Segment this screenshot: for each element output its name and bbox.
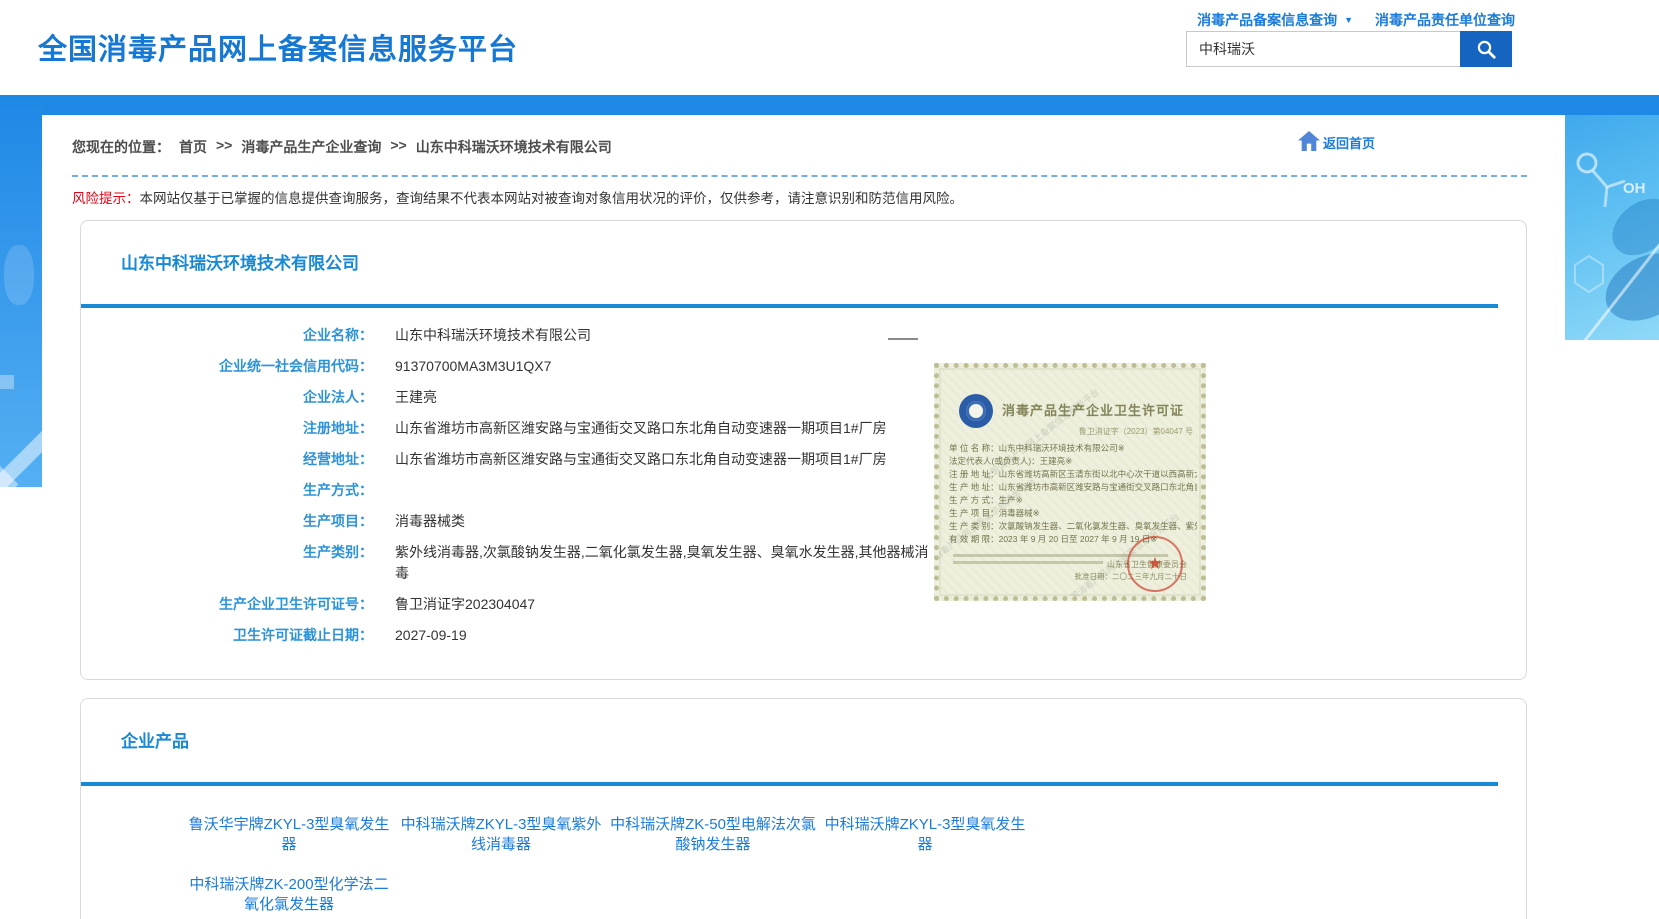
product-link[interactable]: 鲁沃华宇牌ZKYL-3型臭氧发生器	[183, 815, 395, 855]
field-row: 企业法人： 王建亮	[81, 387, 941, 408]
breadcrumb-separator: >>	[216, 137, 232, 157]
certificate-line: 单 位 名 称：山东中科瑞沃环境技术有限公司※	[949, 442, 1197, 455]
nav-backup-query-label: 消毒产品备案信息查询	[1197, 10, 1337, 30]
card-title-rule	[81, 304, 1498, 308]
field-label: 经营地址：	[81, 449, 373, 470]
company-card-title: 山东中科瑞沃环境技术有限公司	[121, 249, 359, 274]
risk-label: 风险提示：	[72, 191, 140, 206]
top-blue-bar	[0, 95, 1659, 115]
risk-notice: 风险提示：本网站仅基于已掌握的信息提供查询服务，查询结果不代表本网站对被查询对象…	[72, 189, 963, 209]
field-row: 生产企业卫生许可证号： 鲁卫消证字202304047	[81, 594, 941, 615]
certificate-fine-print	[953, 561, 1103, 564]
field-label: 生产企业卫生许可证号：	[81, 594, 373, 615]
dashed-divider	[72, 175, 1527, 177]
certificate-scan-mark	[888, 338, 918, 340]
seal-star-icon: ★	[1147, 554, 1162, 574]
risk-text: 本网站仅基于已掌握的信息提供查询服务，查询结果不代表本网站对被查询对象信用状况的…	[140, 191, 964, 206]
search-box	[1186, 31, 1512, 67]
molecule-oh-label: OH	[1623, 180, 1646, 197]
certificate-line: 法定代表人(或负责人)：王建亮※	[949, 455, 1197, 468]
field-label: 注册地址：	[81, 418, 373, 439]
back-home-label: 返回首页	[1323, 133, 1375, 152]
home-icon	[1297, 130, 1321, 152]
search-input[interactable]	[1186, 31, 1460, 67]
field-value: 消毒器械类	[395, 511, 465, 532]
right-background-photo: OH	[1565, 115, 1659, 340]
red-seal-stamp: ★	[1127, 536, 1183, 592]
main-container: 您现在的位置： 首页 >> 消毒产品生产企业查询 >> 山东中科瑞沃环境技术有限…	[42, 115, 1565, 919]
product-link[interactable]: 中科瑞沃牌ZKYL-3型臭氧发生器	[819, 815, 1031, 855]
health-emblem-core	[966, 401, 986, 421]
field-row: 企业统一社会信用代码： 91370700MA3M3U1QX7	[81, 356, 941, 377]
back-home-link[interactable]: 返回首页	[1297, 130, 1375, 152]
molecule-leaf-graphic: OH	[1565, 115, 1659, 340]
chevron-down-icon: ▼	[1344, 15, 1353, 25]
field-value: 2027-09-19	[395, 625, 467, 646]
field-value: 鲁卫消证字202304047	[395, 594, 535, 615]
certificate-details: 单 位 名 称：山东中科瑞沃环境技术有限公司※ 法定代表人(或负责人)：王建亮※…	[949, 442, 1197, 546]
product-link[interactable]: 中科瑞沃牌ZKYL-3型臭氧紫外线消毒器	[395, 815, 607, 855]
breadcrumb-current: 山东中科瑞沃环境技术有限公司	[416, 137, 612, 157]
product-row: 中科瑞沃牌ZK-200型化学法二氧化氯发生器	[183, 875, 1083, 915]
certificate-line: 注 册 地 址：山东省潍坊高新区玉清东街以北中心次干道以西高新大厦902号科研楼	[949, 468, 1197, 481]
field-row: 企业名称： 山东中科瑞沃环境技术有限公司	[81, 325, 941, 346]
nav-responsible-query-link[interactable]: 消毒产品责任单位查询	[1375, 10, 1515, 30]
field-value: 山东省潍坊市高新区潍安路与宝通街交叉路口东北角自动变速器一期项目1#厂房	[395, 449, 887, 470]
field-value: 山东省潍坊市高新区潍安路与宝通街交叉路口东北角自动变速器一期项目1#厂房	[395, 418, 887, 439]
certificate-number: 鲁卫消证字（2023）第04047 号	[1079, 426, 1193, 437]
search-icon	[1474, 37, 1498, 61]
page: 全国消毒产品网上备案信息服务平台 消毒产品备案信息查询 ▼ 消毒产品责任单位查询…	[0, 0, 1659, 919]
company-card: 山东中科瑞沃环境技术有限公司 企业名称： 山东中科瑞沃环境技术有限公司 企业统一…	[80, 220, 1527, 680]
card-title-rule	[81, 782, 1498, 786]
field-row: 生产类别： 紫外线消毒器,次氯酸钠发生器,二氧化氯发生器,臭氧发生器、臭氧水发生…	[81, 542, 941, 584]
certificate-line: 生 产 项 目：消毒器械※	[949, 507, 1197, 520]
certificate-line: 生 产 方 式：生产※	[949, 494, 1197, 507]
company-fields: 企业名称： 山东中科瑞沃环境技术有限公司 企业统一社会信用代码： 9137070…	[81, 325, 941, 656]
field-row: 生产方式：	[81, 480, 941, 501]
top-nav: 消毒产品备案信息查询 ▼ 消毒产品责任单位查询	[1197, 10, 1515, 30]
breadcrumb-home-link[interactable]: 首页	[179, 137, 207, 157]
left-band-square	[0, 375, 14, 389]
field-label: 企业统一社会信用代码：	[81, 356, 373, 377]
field-row: 卫生许可证截止日期： 2027-09-19	[81, 625, 941, 646]
field-label: 企业名称：	[81, 325, 373, 346]
field-label: 生产类别：	[81, 542, 373, 584]
field-row: 注册地址： 山东省潍坊市高新区潍安路与宝通街交叉路口东北角自动变速器一期项目1#…	[81, 418, 941, 439]
products-card-title: 企业产品	[121, 727, 189, 752]
certificate-title: 消毒产品生产企业卫生许可证	[1002, 400, 1184, 419]
field-value: 王建亮	[395, 387, 437, 408]
health-emblem-icon	[959, 394, 993, 428]
field-label: 企业法人：	[81, 387, 373, 408]
license-certificate-image: 全国消毒产品网上备案信息服务平台 全国消毒产品网上备案信息服务平台 全国消毒产品…	[934, 363, 1206, 601]
search-button[interactable]	[1460, 31, 1512, 67]
site-title: 全国消毒产品网上备案信息服务平台	[38, 26, 518, 68]
breadcrumb-separator: >>	[390, 137, 406, 157]
field-value: 紫外线消毒器,次氯酸钠发生器,二氧化氯发生器,臭氧发生器、臭氧水发生器,其他器械…	[395, 542, 930, 584]
breadcrumb: 您现在的位置： 首页 >> 消毒产品生产企业查询 >> 山东中科瑞沃环境技术有限…	[72, 137, 612, 157]
breadcrumb-section-link[interactable]: 消毒产品生产企业查询	[241, 137, 381, 157]
field-label: 卫生许可证截止日期：	[81, 625, 373, 646]
products-card: 企业产品 鲁沃华宇牌ZKYL-3型臭氧发生器 中科瑞沃牌ZKYL-3型臭氧紫外线…	[80, 698, 1527, 919]
field-row: 生产项目： 消毒器械类	[81, 511, 941, 532]
certificate-line: 生 产 类 别：次氯酸钠发生器、二氧化氯发生器、臭氧发生器、紫外线消毒器	[949, 520, 1197, 533]
field-value: 山东中科瑞沃环境技术有限公司	[395, 325, 591, 346]
field-value: 91370700MA3M3U1QX7	[395, 356, 551, 377]
product-link[interactable]: 中科瑞沃牌ZK-50型电解法次氯酸钠发生器	[607, 815, 819, 855]
left-band-blob	[4, 245, 34, 305]
left-background-graphic	[0, 95, 42, 487]
field-label: 生产方式：	[81, 480, 373, 501]
field-label: 生产项目：	[81, 511, 373, 532]
nav-backup-query-link[interactable]: 消毒产品备案信息查询 ▼	[1197, 10, 1353, 30]
product-row: 鲁沃华宇牌ZKYL-3型臭氧发生器 中科瑞沃牌ZKYL-3型臭氧紫外线消毒器 中…	[183, 815, 1083, 855]
breadcrumb-prefix: 您现在的位置：	[72, 137, 170, 157]
field-row: 经营地址： 山东省潍坊市高新区潍安路与宝通街交叉路口东北角自动变速器一期项目1#…	[81, 449, 941, 470]
product-link[interactable]: 中科瑞沃牌ZK-200型化学法二氧化氯发生器	[183, 875, 395, 915]
certificate-line: 生 产 地 址：山东省潍坊市高新区潍安路与宝通街交叉路口东北角自动变速器一期项目…	[949, 481, 1197, 494]
